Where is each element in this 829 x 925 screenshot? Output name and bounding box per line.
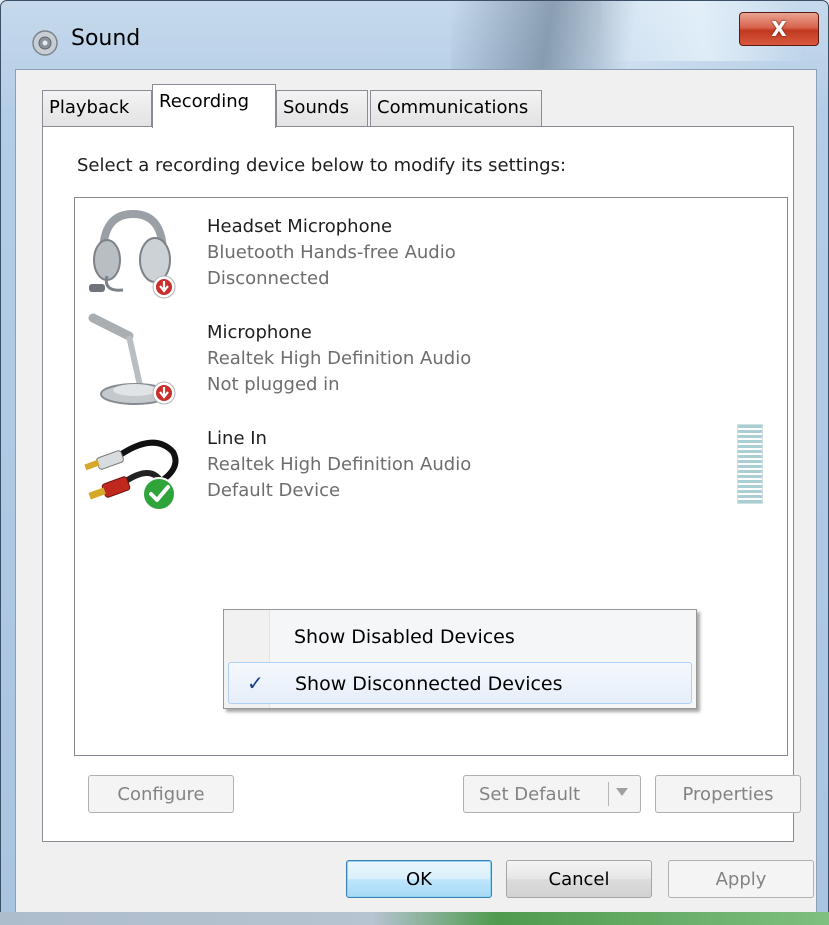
tab-recording[interactable]: Recording xyxy=(152,84,276,128)
set-default-label: Set Default xyxy=(479,783,581,805)
recording-tab-panel: Select a recording device below to modif… xyxy=(42,126,801,842)
configure-button[interactable]: Configure xyxy=(88,775,234,813)
chevron-down-icon[interactable] xyxy=(616,788,628,796)
properties-button[interactable]: Properties xyxy=(655,775,801,813)
list-item[interactable]: Headset Microphone Bluetooth Hands-free … xyxy=(75,198,787,302)
checkmark-icon: ✓ xyxy=(247,671,264,695)
speaker-icon xyxy=(32,30,58,56)
list-item[interactable]: Line In Realtek High Definition Audio De… xyxy=(75,410,787,514)
cancel-button[interactable]: Cancel xyxy=(506,860,652,898)
device-name: Headset Microphone xyxy=(207,216,393,237)
audio-level-meter xyxy=(737,424,763,504)
close-button[interactable]: X xyxy=(739,12,819,46)
device-name: Line In xyxy=(207,428,267,449)
apply-button[interactable]: Apply xyxy=(668,860,814,898)
ok-button[interactable]: OK xyxy=(346,860,492,898)
unplugged-badge-icon xyxy=(152,381,176,405)
tab-sounds[interactable]: Sounds xyxy=(276,90,368,126)
device-driver: Realtek High Definition Audio xyxy=(207,454,472,475)
title-bar-glass xyxy=(451,1,781,71)
dialog-client-area: Playback Recording Sounds Communications… xyxy=(15,69,817,913)
menu-item-label: Show Disconnected Devices xyxy=(295,673,563,695)
disconnected-badge-icon xyxy=(152,275,176,299)
tab-communications[interactable]: Communications xyxy=(370,90,542,126)
menu-item-show-disabled-devices[interactable]: Show Disabled Devices xyxy=(228,616,692,658)
list-item[interactable]: Microphone Realtek High Definition Audio… xyxy=(75,304,787,408)
window-title: Sound xyxy=(71,26,141,51)
device-driver: Bluetooth Hands-free Audio xyxy=(207,242,456,263)
device-driver: Realtek High Definition Audio xyxy=(207,348,472,369)
instruction-text: Select a recording device below to modif… xyxy=(77,155,567,176)
menu-item-show-disconnected-devices[interactable]: ✓ Show Disconnected Devices xyxy=(228,662,692,704)
device-status: Default Device xyxy=(207,480,341,501)
desktop-background-strip xyxy=(0,912,829,925)
device-name: Microphone xyxy=(207,322,312,343)
context-menu: Show Disabled Devices ✓ Show Disconnecte… xyxy=(223,609,697,709)
set-default-split-button[interactable]: Set Default xyxy=(463,775,641,813)
device-status: Not plugged in xyxy=(207,374,340,395)
sound-dialog-window: Sound X Playback Recording Sounds Commun… xyxy=(0,0,829,925)
device-status: Disconnected xyxy=(207,268,330,289)
tab-playback[interactable]: Playback xyxy=(42,90,152,126)
split-divider xyxy=(608,782,609,806)
default-check-badge-icon xyxy=(142,477,176,511)
menu-item-label: Show Disabled Devices xyxy=(294,626,515,648)
